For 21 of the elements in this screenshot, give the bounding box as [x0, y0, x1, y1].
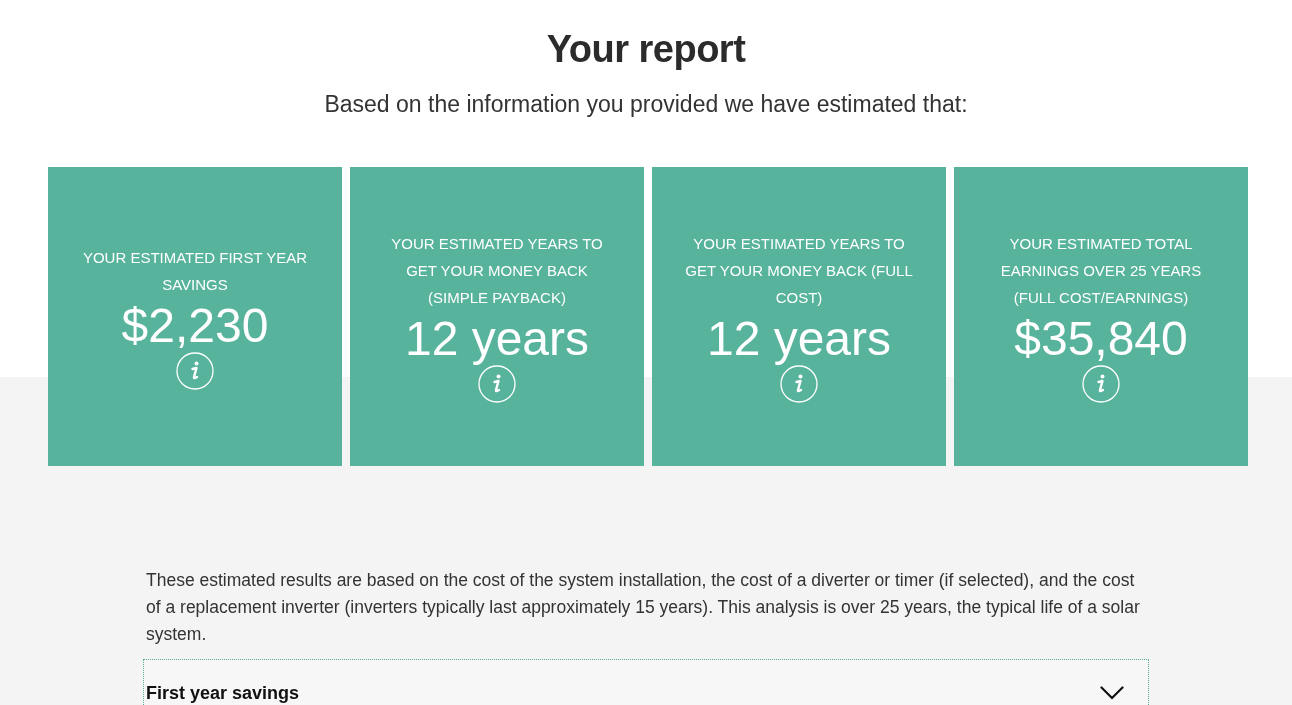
info-icon [780, 365, 818, 403]
info-icon [176, 351, 214, 390]
page-subtitle: Based on the information you provided we have estimated that: [324, 90, 968, 119]
card-value: $2,230 [121, 299, 269, 352]
info-button[interactable] [780, 365, 818, 403]
card-label: YOUR ESTIMATED YEARS TO GET YOUR MONEY BACK (SIMPLE PAYBACK) [390, 234, 604, 308]
chevron-icon [1100, 686, 1124, 700]
card-value: 12 years [404, 313, 590, 365]
card-value: $35,840 [1014, 313, 1188, 365]
info-button[interactable] [176, 351, 214, 390]
card-value: 12 years [706, 313, 892, 365]
info-button[interactable] [1082, 365, 1120, 403]
info-button[interactable] [478, 365, 516, 403]
card-label: YOUR ESTIMATED YEARS TO GET YOUR MONEY BACK (FULL COST) [684, 234, 914, 308]
note-text: These estimated results are based on the cost of the system installation, the cost of a diverter or timer (if selected), and the cost of a replacement inverter (inverters typically last approximately 15 years). This analysis is over 25 years, the typical life of a solar system. [145, 569, 1141, 646]
info-icon [478, 365, 516, 403]
card-label: YOUR ESTIMATED TOTAL EARNINGS OVER 25 YEARS (FULL COST/EARNINGS) [999, 234, 1203, 308]
accordion-header[interactable]: First year savings [144, 660, 1148, 705]
card-label: YOUR ESTIMATED FIRST YEAR SAVINGS [81, 247, 309, 295]
info-icon [1082, 365, 1120, 403]
page-title: Your report [546, 27, 746, 72]
